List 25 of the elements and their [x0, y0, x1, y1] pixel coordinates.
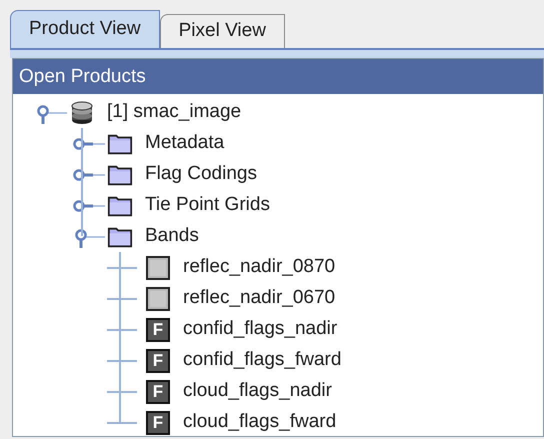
- tree-item-label[interactable]: [1] smac_image: [107, 98, 242, 127]
- tree-item-label[interactable]: cloud_flags_nadir: [183, 377, 332, 406]
- database-icon: [69, 100, 95, 126]
- flag-band-icon: F: [146, 410, 170, 434]
- flag-band-icon: F: [146, 318, 170, 342]
- tree-item-label[interactable]: Bands: [145, 222, 199, 251]
- folder-icon: [107, 132, 133, 156]
- panel-header: Open Products: [13, 59, 543, 94]
- raster-band-icon: [146, 256, 170, 280]
- tree-item-label[interactable]: reflec_nadir_0670: [183, 284, 336, 313]
- tree-item-label[interactable]: cloud_flags_fward: [183, 408, 336, 436]
- tree-item-label[interactable]: reflec_nadir_0870: [183, 253, 336, 282]
- tree-item-label[interactable]: Flag Codings: [145, 160, 257, 189]
- tab[interactable]: Product View: [10, 10, 160, 48]
- flag-band-icon: F: [146, 348, 170, 372]
- tab[interactable]: Pixel View: [160, 14, 285, 48]
- tree-item-label[interactable]: Tie Point Grids: [145, 191, 270, 220]
- folder-icon: [107, 194, 133, 218]
- raster-band-icon: [146, 286, 170, 310]
- folder-icon: [107, 162, 133, 186]
- tree-item-label[interactable]: confid_flags_fward: [183, 346, 342, 375]
- tree-item-label[interactable]: confid_flags_nadir: [183, 315, 338, 344]
- flag-band-icon: F: [146, 380, 170, 404]
- folder-icon: [107, 224, 133, 248]
- tree-item-label[interactable]: Metadata: [145, 129, 224, 158]
